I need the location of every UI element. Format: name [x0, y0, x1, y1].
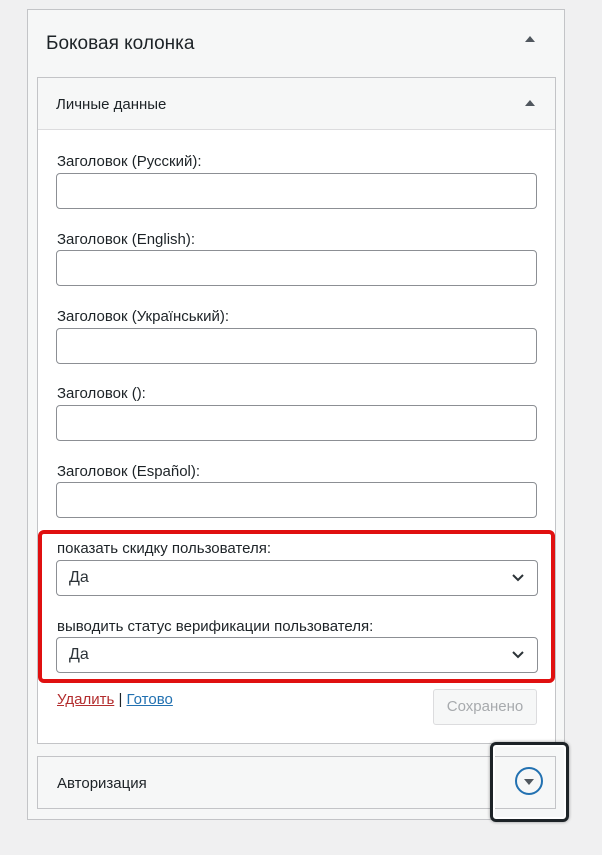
collapse-arrow-icon[interactable]	[525, 36, 535, 42]
title-uk-input[interactable]	[56, 328, 537, 364]
title-en-input[interactable]	[56, 250, 537, 286]
link-separator: |	[118, 691, 123, 708]
widget-authorization[interactable]: Авторизация	[37, 756, 556, 809]
widget-title: Личные данные	[56, 96, 167, 113]
sidebar-header[interactable]: Боковая колонка	[28, 10, 564, 77]
arrow-down-icon	[524, 779, 534, 785]
done-link[interactable]: Готово	[127, 691, 173, 708]
sidebar-title: Боковая колонка	[46, 33, 195, 54]
title-es-label: Заголовок (Español):	[57, 463, 201, 480]
title-uk-label: Заголовок (Український):	[57, 308, 230, 325]
delete-link[interactable]: Удалить	[57, 691, 114, 708]
title-es-input[interactable]	[56, 482, 537, 518]
widget-actions: Удалить | Готово	[57, 691, 173, 708]
title-en-label: Заголовок (English):	[57, 231, 196, 248]
title-ru-label: Заголовок (Русский):	[57, 153, 202, 170]
title-empty-lang-label: Заголовок ():	[57, 385, 146, 402]
expand-toggle-button[interactable]	[515, 767, 543, 795]
widget-header[interactable]: Личные данные	[38, 78, 555, 130]
title-ru-input[interactable]	[56, 173, 537, 209]
saved-button[interactable]: Сохранено	[433, 689, 537, 725]
authorization-title: Авторизация	[57, 775, 147, 792]
collapse-arrow-icon[interactable]	[525, 100, 535, 106]
highlight-annotation	[38, 530, 555, 683]
title-empty-lang-input[interactable]	[56, 405, 537, 441]
